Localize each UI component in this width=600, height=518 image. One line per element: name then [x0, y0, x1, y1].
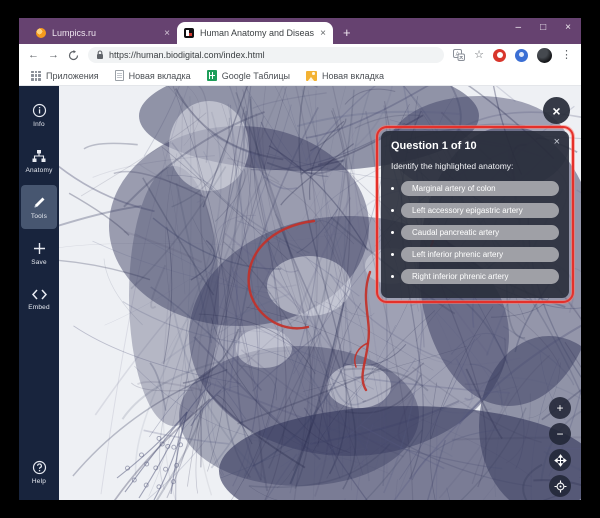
tab-lumpics[interactable]: Lumpics.ru × — [29, 22, 177, 44]
anatomy-viewer: × Question 1 of 10 × Identify the highli… — [59, 86, 581, 500]
quiz-option-row: Left inferior phrenic artery — [391, 247, 559, 262]
new-tab-button[interactable]: + — [343, 26, 351, 39]
tab-close-icon[interactable]: × — [164, 28, 170, 39]
extension-blue-icon[interactable] — [515, 49, 528, 62]
bookmarks-bar: Приложения Новая вкладка Google Таблицы … — [19, 66, 581, 86]
page-content: Info Anatomy Tools Save Embed — [19, 86, 581, 500]
bookmark-newtab-2[interactable]: Новая вкладка — [306, 71, 384, 81]
quiz-option-button[interactable]: Left inferior phrenic artery — [401, 247, 559, 262]
bookmark-label: Новая вкладка — [322, 71, 384, 81]
quiz-option-row: Right inferior phrenic artery — [391, 269, 559, 284]
sidebar-item-embed[interactable]: Embed — [21, 277, 57, 321]
plus-icon — [32, 241, 47, 256]
address-bar: ← → https://human.biodigital.com/index.h… — [19, 44, 581, 66]
quiz-option-button[interactable]: Left accessory epigastric artery — [401, 203, 559, 218]
close-window-button[interactable]: × — [565, 23, 571, 33]
tab-strip: Lumpics.ru × Human Anatomy and Disease i… — [19, 18, 581, 44]
translate-icon[interactable]: A — [453, 49, 465, 61]
maximize-button[interactable]: □ — [540, 23, 546, 33]
chrome-menu-icon[interactable]: ⋮ — [561, 50, 572, 61]
lock-icon — [96, 50, 104, 60]
center-view-button[interactable] — [549, 475, 571, 497]
sidebar-item-label: Save — [31, 259, 47, 266]
viewer-close-button[interactable]: × — [543, 97, 570, 124]
sidebar-item-tools[interactable]: Tools — [21, 185, 57, 229]
reload-icon[interactable] — [68, 50, 79, 61]
sidebar-item-info[interactable]: Info — [21, 93, 57, 137]
bookmark-label: Google Таблицы — [222, 71, 290, 81]
url-text: https://human.biodigital.com/index.html — [109, 50, 265, 60]
sidebar-item-label: Help — [32, 478, 46, 485]
quiz-prompt: Identify the highlighted anatomy: — [391, 161, 559, 171]
sidebar-item-help[interactable]: Help — [21, 450, 57, 494]
bullet-dot-icon — [391, 253, 394, 256]
quiz-option-button[interactable]: Caudal pancreatic artery — [401, 225, 559, 240]
sidebar-item-label: Info — [33, 121, 45, 128]
biodigital-sidebar: Info Anatomy Tools Save Embed — [19, 86, 59, 500]
back-button[interactable]: ← — [28, 50, 39, 61]
apps-grid-icon — [31, 71, 41, 81]
quiz-options: Marginal artery of colon Left accessory … — [391, 181, 559, 284]
window-controls: – □ × — [516, 23, 571, 33]
quiz-option-row: Caudal pancreatic artery — [391, 225, 559, 240]
pencil-icon — [32, 195, 47, 210]
anatomy-tree-icon — [31, 149, 47, 164]
sidebar-item-label: Anatomy — [25, 167, 52, 174]
info-icon — [32, 103, 47, 118]
bullet-dot-icon — [391, 275, 394, 278]
pan-arrows-icon — [554, 454, 567, 467]
addressbar-actions: A ☆ ⋮ — [453, 48, 572, 63]
quiz-close-icon[interactable]: × — [554, 137, 560, 148]
quiz-option-row: Left accessory epigastric artery — [391, 203, 559, 218]
bullet-dot-icon — [391, 209, 394, 212]
profile-avatar[interactable] — [537, 48, 552, 63]
zoom-in-button[interactable]: + — [549, 397, 571, 419]
page-icon — [115, 70, 124, 81]
tab-title: Human Anatomy and Disease in — [200, 28, 314, 38]
bullet-dot-icon — [391, 187, 394, 190]
sidebar-item-label: Tools — [31, 213, 47, 220]
quiz-option-row: Marginal artery of colon — [391, 181, 559, 196]
screenshot-frame: Lumpics.ru × Human Anatomy and Disease i… — [0, 0, 600, 518]
pan-button[interactable] — [549, 449, 571, 471]
image-icon — [306, 71, 317, 81]
bookmark-label: Приложения — [46, 71, 99, 81]
lumpics-favicon-icon — [36, 28, 46, 38]
question-icon — [32, 460, 47, 475]
bullet-dot-icon — [391, 231, 394, 234]
quiz-option-button[interactable]: Marginal artery of colon — [401, 181, 559, 196]
forward-button[interactable]: → — [48, 50, 59, 61]
bookmark-apps[interactable]: Приложения — [31, 71, 99, 81]
browser-window: Lumpics.ru × Human Anatomy and Disease i… — [19, 18, 581, 500]
quiz-panel: Question 1 of 10 × Identify the highligh… — [381, 131, 569, 298]
minimize-button[interactable]: – — [516, 23, 522, 33]
target-icon — [554, 480, 567, 493]
sheets-icon — [207, 70, 217, 81]
zoom-out-button[interactable]: − — [549, 423, 571, 445]
code-icon — [31, 288, 48, 301]
omnibox[interactable]: https://human.biodigital.com/index.html — [88, 47, 444, 63]
sidebar-item-label: Embed — [28, 304, 50, 311]
tab-biodigital[interactable]: Human Anatomy and Disease in × — [177, 22, 333, 44]
sidebar-item-anatomy[interactable]: Anatomy — [21, 139, 57, 183]
quiz-option-button[interactable]: Right inferior phrenic artery — [401, 269, 559, 284]
viewer-controls: + − — [549, 397, 571, 497]
extension-red-icon[interactable] — [493, 49, 506, 62]
bookmark-newtab-1[interactable]: Новая вкладка — [115, 70, 191, 81]
sidebar-item-save[interactable]: Save — [21, 231, 57, 275]
quiz-title: Question 1 of 10 — [391, 140, 559, 152]
tab-title: Lumpics.ru — [52, 28, 158, 38]
bookmark-google-sheets[interactable]: Google Таблицы — [207, 70, 290, 81]
biodigital-favicon-icon — [184, 28, 194, 38]
tab-close-icon[interactable]: × — [320, 28, 326, 39]
bookmark-label: Новая вкладка — [129, 71, 191, 81]
bookmark-star-icon[interactable]: ☆ — [474, 50, 484, 61]
